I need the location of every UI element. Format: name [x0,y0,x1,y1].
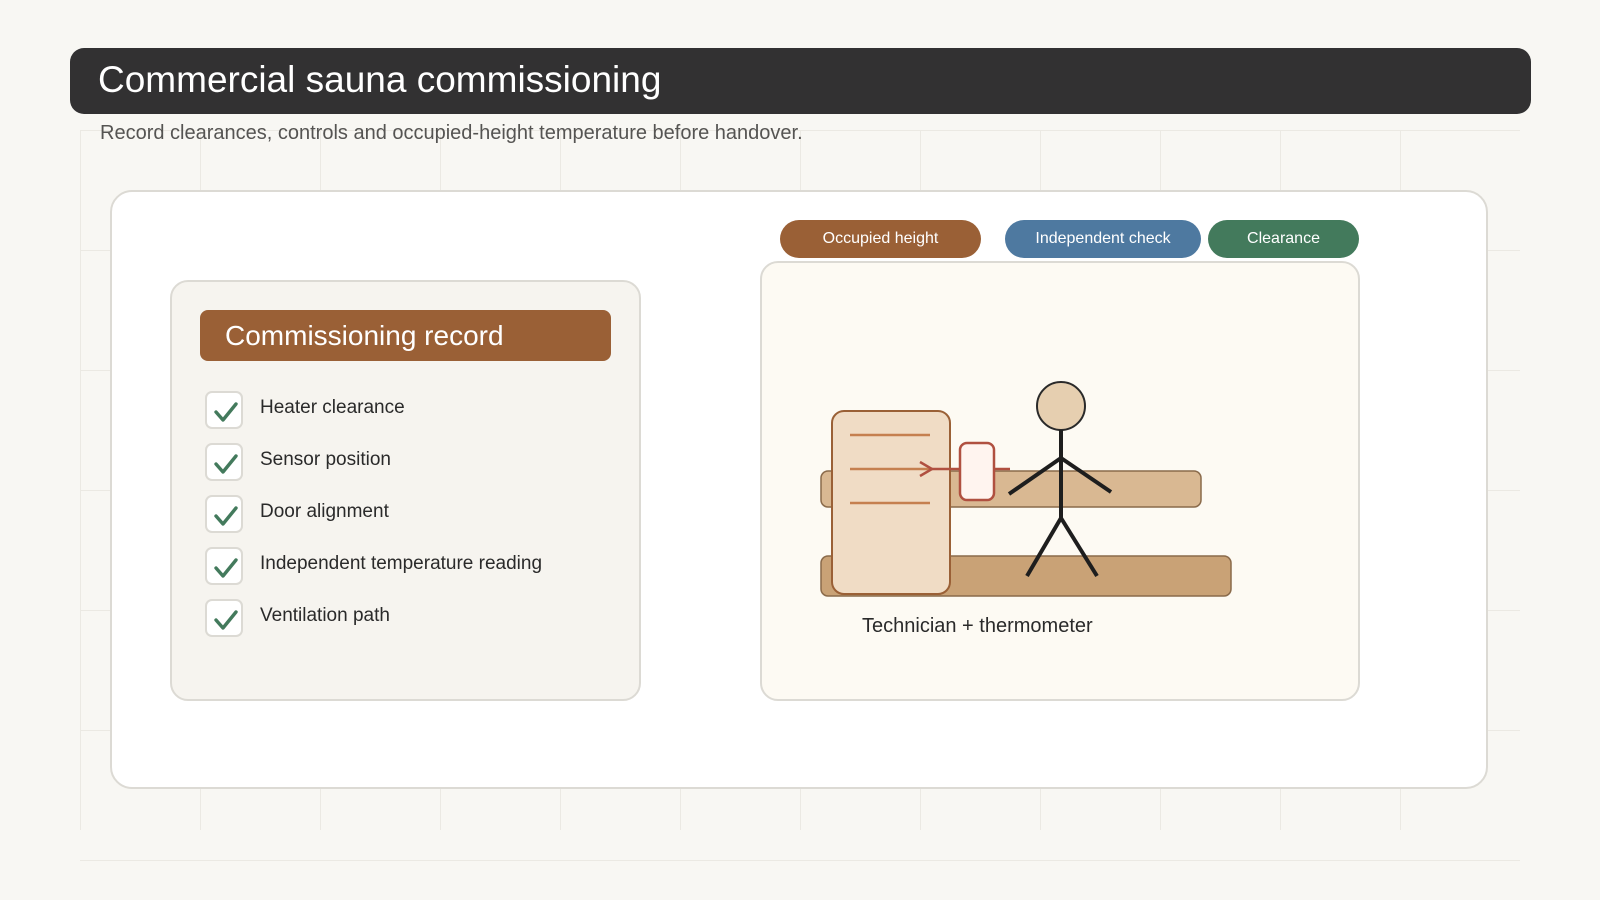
sauna-diagram [820,381,1232,597]
diagram-caption: Technician + thermometer [862,615,1093,637]
heater-icon [831,410,951,595]
